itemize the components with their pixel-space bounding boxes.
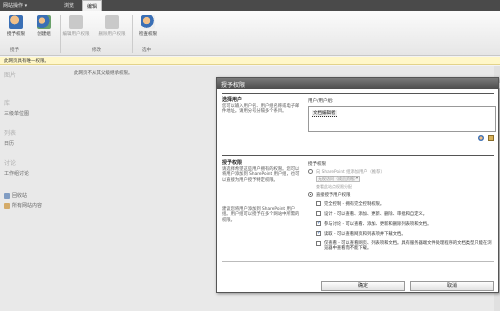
grant-directly-label: 直接授予用户权限 (316, 193, 351, 198)
tab-browse[interactable]: 浏览 (64, 2, 74, 9)
perm-read-label: 读取 - 可以查看网页和列表项并下载文档。 (324, 232, 406, 237)
edit-permissions-icon (69, 15, 83, 29)
warning-text: 此网页具有唯一权限。 (4, 59, 49, 64)
grant-directly-radio[interactable] (308, 192, 313, 197)
dialog-title-bar: 授予权限 □ × (217, 78, 500, 89)
view-permissions-link[interactable]: 查看此站点权限分配 (316, 184, 352, 190)
perm-full-control-checkbox[interactable] (316, 201, 321, 206)
grant-permissions-button[interactable]: 授予权限 (2, 15, 30, 37)
create-group-button[interactable]: 创建组 (30, 15, 58, 37)
site-actions-menu[interactable]: 网站操作 ▾ (3, 2, 27, 9)
add-to-group-radio[interactable] (308, 169, 313, 174)
resolved-user[interactable]: 文档编辑者 (312, 110, 337, 117)
top-bar: 网站操作 ▾ 浏览 编辑 (0, 0, 500, 11)
ribbon-separator (132, 15, 133, 53)
remove-permissions-icon (105, 15, 119, 29)
select-users-description: 您可以输入用户名、用户组名称或电子邮件地址。请用分号分隔多个条目。 (222, 104, 300, 115)
section-divider (222, 155, 494, 156)
ok-button[interactable]: 确定 (321, 281, 405, 291)
select-users-title: 选择用户 (222, 97, 243, 103)
tab-edit[interactable]: 编辑 (82, 0, 103, 11)
ribbon-separator (60, 15, 61, 53)
perm-full-control-label: 完全控制 - 拥有完全控制权限。 (324, 202, 385, 207)
ribbon-group-modify: 修改 (92, 48, 101, 53)
grant-permissions-dialog: 授予权限 □ × 选择用户 您可以输入用户名、用户组名称或电子邮件地址。请用分号… (216, 77, 500, 293)
dialog-title: 授予权限 (221, 82, 246, 89)
perm-design-checkbox[interactable] (316, 211, 321, 216)
perm-contribute-label: 参与讨论 - 可以查看、添加、更新和删除列表项和文档。 (324, 222, 432, 227)
grant-permissions-icon (9, 15, 23, 29)
ribbon-group-check: 选中 (142, 48, 151, 53)
browse-icon[interactable] (487, 135, 494, 141)
perm-design-label: 设计 - 可以查看、添加、更新、删除、审批和自定义。 (324, 212, 428, 217)
check-permissions-button[interactable]: 检查权限 (134, 15, 162, 37)
people-picker-input[interactable]: 文档编辑者 (308, 106, 496, 132)
grant-permissions-recommendation: 建议您将用户添加到 SharePoint 用户组。用户组可以授予在多个网站中所需… (222, 207, 300, 223)
dialog-body: 选择用户 您可以输入用户名、用户组名称或电子邮件地址。请用分号分隔多个条目。 用… (222, 93, 496, 273)
perm-view-only-label: 仅查看 - 可以查看网页、列表项和文档。具有服务器端文件处理程序的文档类型只能在… (324, 241, 492, 251)
unique-permissions-bar: 此网页具有唯一权限。 (0, 57, 500, 65)
cancel-button[interactable]: 取消 (410, 281, 494, 291)
check-names-icon[interactable] (478, 135, 484, 141)
perm-contribute-checkbox[interactable] (316, 220, 321, 226)
grant-permissions-description: 请选择希望这些用户拥有的权限。您可以将用户添加到 SharePoint 用户组，… (222, 167, 300, 183)
check-permissions-icon (141, 15, 155, 29)
perm-view-only-checkbox[interactable] (316, 241, 321, 246)
grant-permissions-title: 授予权限 (222, 160, 243, 166)
edit-permissions-button: 编辑用户权限 (62, 15, 90, 37)
ribbon: 授予权限 创建组 编辑用户权限 删除用户权限 检查权限 授予 修改 选中 (0, 11, 500, 56)
users-field-label: 用户/用户组: (308, 99, 334, 104)
perm-read-checkbox[interactable] (316, 230, 321, 236)
section-divider (222, 93, 494, 94)
create-group-icon (37, 15, 51, 29)
section-divider (222, 261, 494, 262)
ribbon-group-grant: 授予 (10, 48, 19, 53)
grant-field-label: 授予权限 (308, 162, 326, 167)
group-select[interactable]: 无权访问（成员资格） (316, 176, 360, 182)
remove-permissions-button: 删除用户权限 (98, 15, 126, 37)
add-to-group-label: 向 SharePoint 组添加用户（推荐） (316, 170, 385, 175)
